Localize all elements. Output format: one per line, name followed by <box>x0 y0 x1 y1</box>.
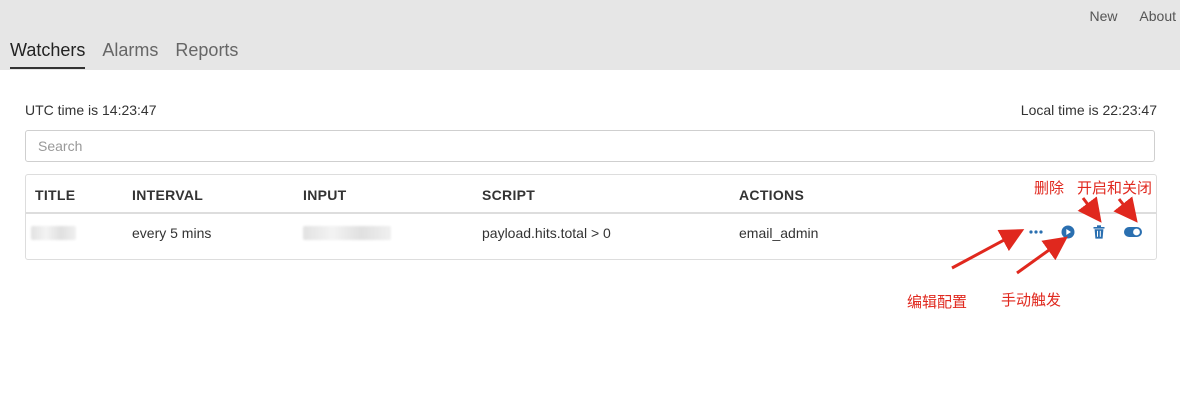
toggle-icon[interactable] <box>1122 223 1144 241</box>
top-links: New About <box>1072 8 1177 24</box>
column-interval: INTERVAL <box>132 187 204 203</box>
tab-alarms[interactable]: Alarms <box>102 40 158 67</box>
annotation-delete: 删除 <box>1034 179 1065 197</box>
row-actions: email_admin <box>739 225 819 241</box>
trash-icon[interactable] <box>1090 223 1108 241</box>
top-bar: New About Watchers Alarms Reports <box>0 0 1180 70</box>
new-link[interactable]: New <box>1090 8 1118 24</box>
time-row: UTC time is 14:23:47 Local time is 22:23… <box>25 102 1157 118</box>
local-time: Local time is 22:23:47 <box>1020 102 1157 118</box>
column-input: INPUT <box>303 187 347 203</box>
ellipsis-icon[interactable] <box>1027 223 1045 241</box>
row-interval: every 5 mins <box>132 225 212 241</box>
utc-time: UTC time is 14:23:47 <box>25 102 157 118</box>
redacted-title <box>31 226 76 240</box>
tab-watchers[interactable]: Watchers <box>10 40 86 69</box>
play-icon[interactable] <box>1059 223 1077 241</box>
column-script: SCRIPT <box>482 187 536 203</box>
column-title: TITLE <box>35 187 76 203</box>
watchers-table: TITLE INTERVAL INPUT SCRIPT ACTIONS ever… <box>25 174 1157 260</box>
table-row[interactable]: every 5 mins payload.hits.total > 0 emai… <box>26 214 1156 260</box>
about-link[interactable]: About <box>1139 8 1176 24</box>
search-input[interactable] <box>25 130 1155 162</box>
tabs: Watchers Alarms Reports <box>10 40 250 69</box>
tab-reports[interactable]: Reports <box>175 40 238 67</box>
annotation-edit: 编辑配置 <box>907 293 968 311</box>
redacted-input <box>303 226 391 240</box>
column-actions: ACTIONS <box>739 187 805 203</box>
table-header: TITLE INTERVAL INPUT SCRIPT ACTIONS <box>26 175 1156 214</box>
annotation-toggle: 开启和关闭 <box>1077 179 1153 197</box>
annotation-trigger: 手动触发 <box>1001 291 1062 309</box>
row-script: payload.hits.total > 0 <box>482 225 611 241</box>
